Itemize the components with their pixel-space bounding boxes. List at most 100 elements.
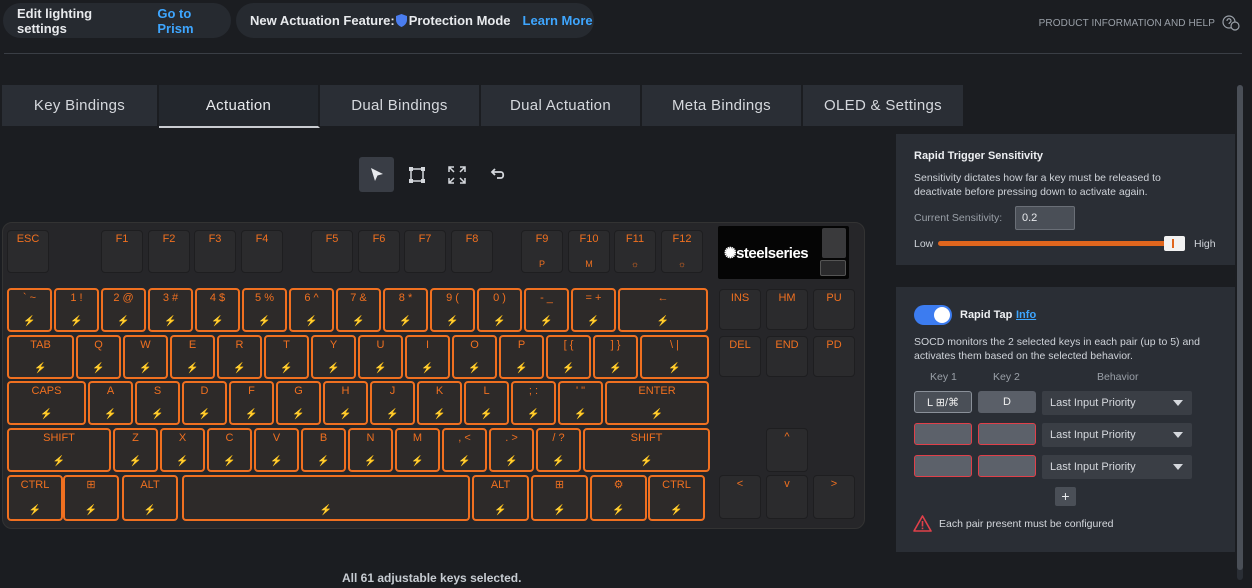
- key-9[interactable]: 9 (⚡: [430, 288, 475, 332]
- key-symbol[interactable]: <: [719, 475, 761, 519]
- key-a[interactable]: A ⚡: [88, 381, 133, 425]
- key-f6[interactable]: F6: [358, 230, 400, 273]
- key-pd[interactable]: PD: [813, 336, 855, 377]
- key-w[interactable]: W ⚡: [123, 335, 168, 379]
- key-8[interactable]: 8 * ⚡: [383, 288, 428, 332]
- key-symbol[interactable]: , < ⚡: [442, 428, 487, 472]
- key-v[interactable]: V ⚡: [254, 428, 299, 472]
- key-symbol[interactable]: ; : ⚡: [511, 381, 556, 425]
- key-pu[interactable]: PU: [813, 289, 855, 330]
- key-f[interactable]: F ⚡: [229, 381, 274, 425]
- key-k[interactable]: K ⚡: [417, 381, 462, 425]
- key-symbol[interactable]: ' " ⚡: [558, 381, 603, 425]
- undo-button[interactable]: [479, 157, 514, 192]
- sensitivity-input[interactable]: 0.2: [1015, 206, 1075, 230]
- key-symbol[interactable]: . > ⚡: [489, 428, 534, 472]
- key-symbol[interactable]: ← ⚡: [618, 288, 708, 332]
- key-r[interactable]: R ⚡: [217, 335, 262, 379]
- key-c[interactable]: C ⚡: [207, 428, 252, 472]
- key-ctrl[interactable]: CTRL ⚡: [7, 475, 63, 521]
- key-ctrl[interactable]: CTRL ⚡: [648, 475, 705, 521]
- go-to-prism-link[interactable]: Go to Prism: [157, 6, 231, 36]
- key-symbol[interactable]: ` ~ ⚡: [7, 288, 52, 332]
- tab-oled-settings[interactable]: OLED & Settings: [803, 85, 965, 126]
- key-symbol[interactable]: / ? ⚡: [536, 428, 581, 472]
- key-6[interactable]: 6 ^ ⚡: [289, 288, 334, 332]
- key-u[interactable]: U ⚡: [358, 335, 403, 379]
- key-3[interactable]: 3 # ⚡: [148, 288, 193, 332]
- key-f12[interactable]: F12 ☼: [661, 230, 703, 273]
- key-ins[interactable]: INS: [719, 289, 761, 330]
- key-space[interactable]: ⚡: [182, 475, 470, 521]
- box-select-button[interactable]: [399, 157, 434, 192]
- key-shift[interactable]: SHIFT ⚡: [7, 428, 111, 472]
- key-enter[interactable]: ENTER ⚡: [605, 381, 709, 425]
- key-f3[interactable]: F3: [194, 230, 236, 273]
- key-f9[interactable]: F9 P: [521, 230, 563, 273]
- key-s[interactable]: S ⚡: [135, 381, 180, 425]
- sensitivity-slider[interactable]: [938, 241, 1185, 246]
- key-e[interactable]: E ⚡: [170, 335, 215, 379]
- key-symbol[interactable]: [ {⚡: [546, 335, 591, 379]
- key-y[interactable]: Y ⚡: [311, 335, 356, 379]
- learn-more-link[interactable]: Learn More: [523, 13, 593, 28]
- key-l[interactable]: L ⚡: [464, 381, 509, 425]
- pair1-key2[interactable]: D: [978, 391, 1036, 413]
- key-alt[interactable]: ALT ⚡: [472, 475, 529, 521]
- pair2-key2[interactable]: [978, 423, 1036, 445]
- rapid-tap-toggle[interactable]: [914, 305, 952, 325]
- key-symbol[interactable]: >: [813, 475, 855, 519]
- key-del[interactable]: DEL: [719, 336, 761, 377]
- key-symbol[interactable]: ^: [766, 428, 808, 472]
- pair3-key1[interactable]: [914, 455, 972, 477]
- tab-dual-actuation[interactable]: Dual Actuation: [481, 85, 642, 126]
- tab-key-bindings[interactable]: Key Bindings: [2, 85, 159, 126]
- tab-dual-bindings[interactable]: Dual Bindings: [320, 85, 481, 126]
- key-5[interactable]: 5 % ⚡: [242, 288, 287, 332]
- select-pointer-button[interactable]: [359, 157, 394, 192]
- key-esc[interactable]: ESC: [7, 230, 49, 273]
- key-hm[interactable]: HM: [766, 289, 808, 330]
- key-symbol[interactable]: ] } ⚡: [593, 335, 638, 379]
- key-f1[interactable]: F1: [101, 230, 143, 273]
- scrollbar-thumb[interactable]: [1237, 85, 1243, 570]
- key-end[interactable]: END: [766, 336, 808, 377]
- key-d[interactable]: D ⚡: [182, 381, 227, 425]
- key-i[interactable]: I ⚡: [405, 335, 450, 379]
- key-symbol[interactable]: ⊞ ⚡: [63, 475, 119, 521]
- key-f7[interactable]: F7: [404, 230, 446, 273]
- key-symbol[interactable]: = + ⚡: [571, 288, 616, 332]
- key-m[interactable]: M ⚡: [395, 428, 440, 472]
- key-n[interactable]: N ⚡: [348, 428, 393, 472]
- pair1-key1[interactable]: L ⊞/⌘: [914, 391, 972, 413]
- key-2[interactable]: 2 @ ⚡: [101, 288, 146, 332]
- key-symbol[interactable]: - _ ⚡: [524, 288, 569, 332]
- pair2-behavior-select[interactable]: Last Input Priority: [1042, 423, 1192, 447]
- key-4[interactable]: 4 $ ⚡: [195, 288, 240, 332]
- key-f8[interactable]: F8: [451, 230, 493, 273]
- pair3-behavior-select[interactable]: Last Input Priority: [1042, 455, 1192, 479]
- key-o[interactable]: O ⚡: [452, 335, 497, 379]
- key-1[interactable]: 1 ! ⚡: [54, 288, 99, 332]
- key-f2[interactable]: F2: [148, 230, 190, 273]
- key-g[interactable]: G ⚡: [276, 381, 321, 425]
- key-h[interactable]: H ⚡: [323, 381, 368, 425]
- key-f4[interactable]: F4: [241, 230, 283, 273]
- sensitivity-slider-thumb[interactable]: [1164, 236, 1185, 251]
- key-p[interactable]: P ⚡: [499, 335, 544, 379]
- key-alt[interactable]: ALT ⚡: [122, 475, 178, 521]
- key-x[interactable]: X ⚡: [160, 428, 205, 472]
- key-j[interactable]: J ⚡: [370, 381, 415, 425]
- key-7[interactable]: 7 & ⚡: [336, 288, 381, 332]
- pair1-behavior-select[interactable]: Last Input Priority: [1042, 391, 1192, 415]
- tab-meta-bindings[interactable]: Meta Bindings: [642, 85, 803, 126]
- key-v[interactable]: v: [766, 475, 808, 519]
- rapid-tap-info-link[interactable]: Info: [1016, 309, 1036, 321]
- product-help-link[interactable]: PRODUCT INFORMATION AND HELP: [1039, 15, 1241, 31]
- key-z[interactable]: Z ⚡: [113, 428, 158, 472]
- add-pair-button[interactable]: +: [1055, 487, 1076, 506]
- expand-select-button[interactable]: [439, 157, 474, 192]
- key-tab[interactable]: TAB ⚡: [7, 335, 74, 379]
- key-f11[interactable]: F11 ☼: [614, 230, 656, 273]
- key-f5[interactable]: F5: [311, 230, 353, 273]
